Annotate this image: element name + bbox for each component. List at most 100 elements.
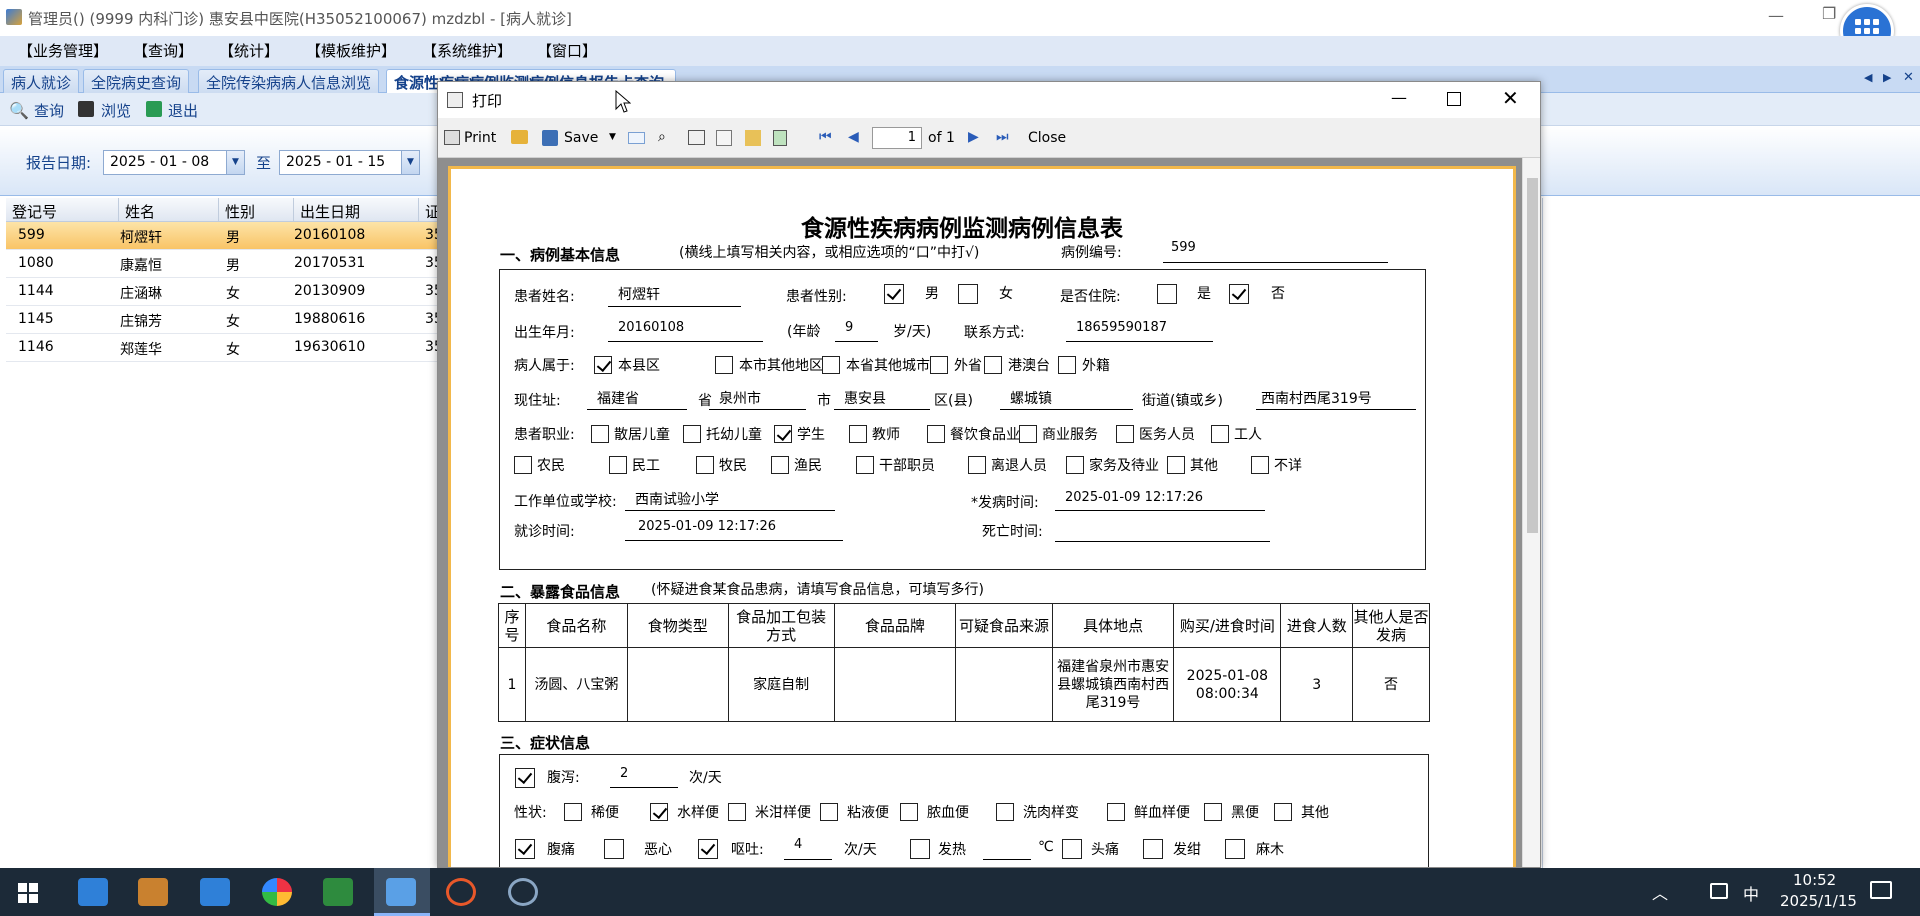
table-row[interactable]: 599柯熤轩男2016010835 xyxy=(6,222,439,250)
open-folder-icon[interactable] xyxy=(511,130,528,144)
chevron-down-icon[interactable]: ▼ xyxy=(609,132,616,142)
checkbox-stool-shape[interactable] xyxy=(820,803,838,821)
prev-page-icon[interactable]: ◀ xyxy=(848,129,859,145)
checkbox-job[interactable] xyxy=(968,456,986,474)
scrollbar-thumb[interactable] xyxy=(1527,178,1538,533)
checkbox-cyanosis[interactable] xyxy=(1143,839,1163,859)
next-page-icon[interactable]: ▶ xyxy=(968,129,979,145)
settings-app-icon[interactable] xyxy=(508,878,538,906)
checkbox-stool-shape[interactable] xyxy=(900,803,918,821)
column-header[interactable]: 出生日期 xyxy=(294,198,419,222)
chevron-down-icon[interactable]: ▼ xyxy=(401,151,419,174)
tab-scroll-left-icon[interactable]: ◀ xyxy=(1864,71,1872,84)
ime-indicator[interactable]: 中 xyxy=(1743,881,1759,905)
save-button[interactable]: Save xyxy=(564,130,598,146)
checkbox-job[interactable] xyxy=(609,456,627,474)
checkbox-stool-shape[interactable] xyxy=(1107,803,1125,821)
checkbox-job[interactable] xyxy=(683,425,701,443)
checkbox-belong[interactable] xyxy=(822,356,840,374)
graphics-app-icon[interactable] xyxy=(446,878,476,906)
checkbox-abdominal-pain[interactable] xyxy=(515,839,535,859)
checkbox-belong[interactable] xyxy=(930,356,948,374)
tab-scroll-right-icon[interactable]: ▶ xyxy=(1883,71,1891,84)
query-button[interactable]: 查询 xyxy=(34,100,64,121)
tab-close-icon[interactable]: ✕ xyxy=(1903,70,1914,85)
checkbox-headache[interactable] xyxy=(1062,839,1082,859)
java-icon[interactable] xyxy=(138,878,168,906)
exit-button[interactable]: 退出 xyxy=(168,100,198,121)
hospital-app-icon[interactable] xyxy=(386,878,416,906)
find-icon[interactable]: ⌕ xyxy=(658,129,666,145)
checkbox-job[interactable] xyxy=(1167,456,1185,474)
menu-business[interactable]: 【业务管理】 xyxy=(18,40,108,61)
clock-time[interactable]: 10:52 xyxy=(1793,871,1836,889)
checkbox-female[interactable] xyxy=(958,284,978,304)
checkbox-diarrhea[interactable] xyxy=(515,768,535,788)
mail-icon[interactable] xyxy=(628,132,645,144)
checkbox-vomit[interactable] xyxy=(698,839,718,859)
notepad-icon[interactable] xyxy=(323,878,353,906)
notification-icon[interactable] xyxy=(1870,881,1892,899)
table-row[interactable]: 1080康嘉恒男2017053135 xyxy=(6,250,439,278)
export-icon[interactable] xyxy=(773,130,787,146)
checkbox-job[interactable] xyxy=(591,425,609,443)
checkbox-stool-shape[interactable] xyxy=(996,803,1014,821)
checkbox-job[interactable] xyxy=(856,456,874,474)
checkbox-stool-shape[interactable] xyxy=(650,803,668,821)
zoom-icon[interactable] xyxy=(716,130,732,146)
date-to-input[interactable]: 2025 - 01 - 15 ▼ xyxy=(279,150,420,175)
minimize-icon[interactable]: — xyxy=(1391,88,1407,107)
menu-stats[interactable]: 【统计】 xyxy=(219,40,279,61)
network-icon[interactable] xyxy=(1710,883,1728,899)
checkbox-inpatient-yes[interactable] xyxy=(1157,284,1177,304)
checkbox-belong[interactable] xyxy=(1058,356,1076,374)
table-row[interactable]: 1146郑莲华女1963061035 xyxy=(6,334,439,362)
taskbar-app-icon[interactable] xyxy=(78,878,108,906)
last-page-icon[interactable]: ⏭ xyxy=(996,129,1009,145)
checkbox-job[interactable] xyxy=(927,425,945,443)
checkbox-stool-shape[interactable] xyxy=(564,803,582,821)
first-page-icon[interactable]: ⏮ xyxy=(819,129,832,145)
chevron-down-icon[interactable]: ▼ xyxy=(226,151,244,174)
checkbox-belong[interactable] xyxy=(715,356,733,374)
column-header[interactable]: 证 xyxy=(419,198,438,222)
checkbox-male[interactable] xyxy=(884,284,904,304)
date-from-input[interactable]: 2025 - 01 - 08 ▼ xyxy=(103,150,245,175)
table-row[interactable]: 1145庄锦芳女1988061635 xyxy=(6,306,439,334)
menu-query[interactable]: 【查询】 xyxy=(133,40,193,61)
checkbox-job[interactable] xyxy=(1066,456,1084,474)
checkbox-stool-shape[interactable] xyxy=(728,803,746,821)
checkbox-job[interactable] xyxy=(1251,456,1269,474)
restore-icon[interactable]: ❐ xyxy=(1822,4,1836,23)
browser-icon[interactable] xyxy=(262,878,292,906)
print-button[interactable]: Print xyxy=(464,130,496,146)
tab-patient-visit[interactable]: 病人就诊 xyxy=(3,69,80,93)
checkbox-job[interactable] xyxy=(1211,425,1229,443)
column-header[interactable]: 性别 xyxy=(219,198,294,222)
checkbox-job[interactable] xyxy=(514,456,532,474)
column-header[interactable]: 姓名 xyxy=(119,198,219,222)
checkbox-fever[interactable] xyxy=(910,839,930,859)
checkbox-belong[interactable] xyxy=(984,356,1002,374)
page-layout-icon[interactable] xyxy=(688,130,705,145)
checkbox-stool-shape[interactable] xyxy=(1204,803,1222,821)
page-number-input[interactable]: 1 xyxy=(872,127,922,149)
checkbox-job[interactable] xyxy=(1019,425,1037,443)
close-icon[interactable]: ✕ xyxy=(1502,86,1519,110)
checkbox-stool-shape[interactable] xyxy=(1274,803,1292,821)
maximize-icon[interactable] xyxy=(1447,92,1461,106)
checkbox-job[interactable] xyxy=(771,456,789,474)
menu-system[interactable]: 【系统维护】 xyxy=(422,40,512,61)
browse-button[interactable]: 浏览 xyxy=(101,100,131,121)
clock-date[interactable]: 2025/1/15 xyxy=(1780,892,1857,910)
taskbar-app-icon[interactable] xyxy=(200,878,230,906)
menu-window[interactable]: 【窗口】 xyxy=(537,40,597,61)
close-button[interactable]: Close xyxy=(1028,130,1066,146)
windows-start-icon[interactable] xyxy=(18,883,38,903)
chevron-up-icon[interactable]: ︿ xyxy=(1652,880,1668,904)
edit-icon[interactable] xyxy=(745,130,761,146)
table-row[interactable]: 1144庄涵琳女2013090935 xyxy=(6,278,439,306)
checkbox-job[interactable] xyxy=(696,456,714,474)
checkbox-job[interactable] xyxy=(1116,425,1134,443)
checkbox-belong[interactable] xyxy=(594,356,612,374)
